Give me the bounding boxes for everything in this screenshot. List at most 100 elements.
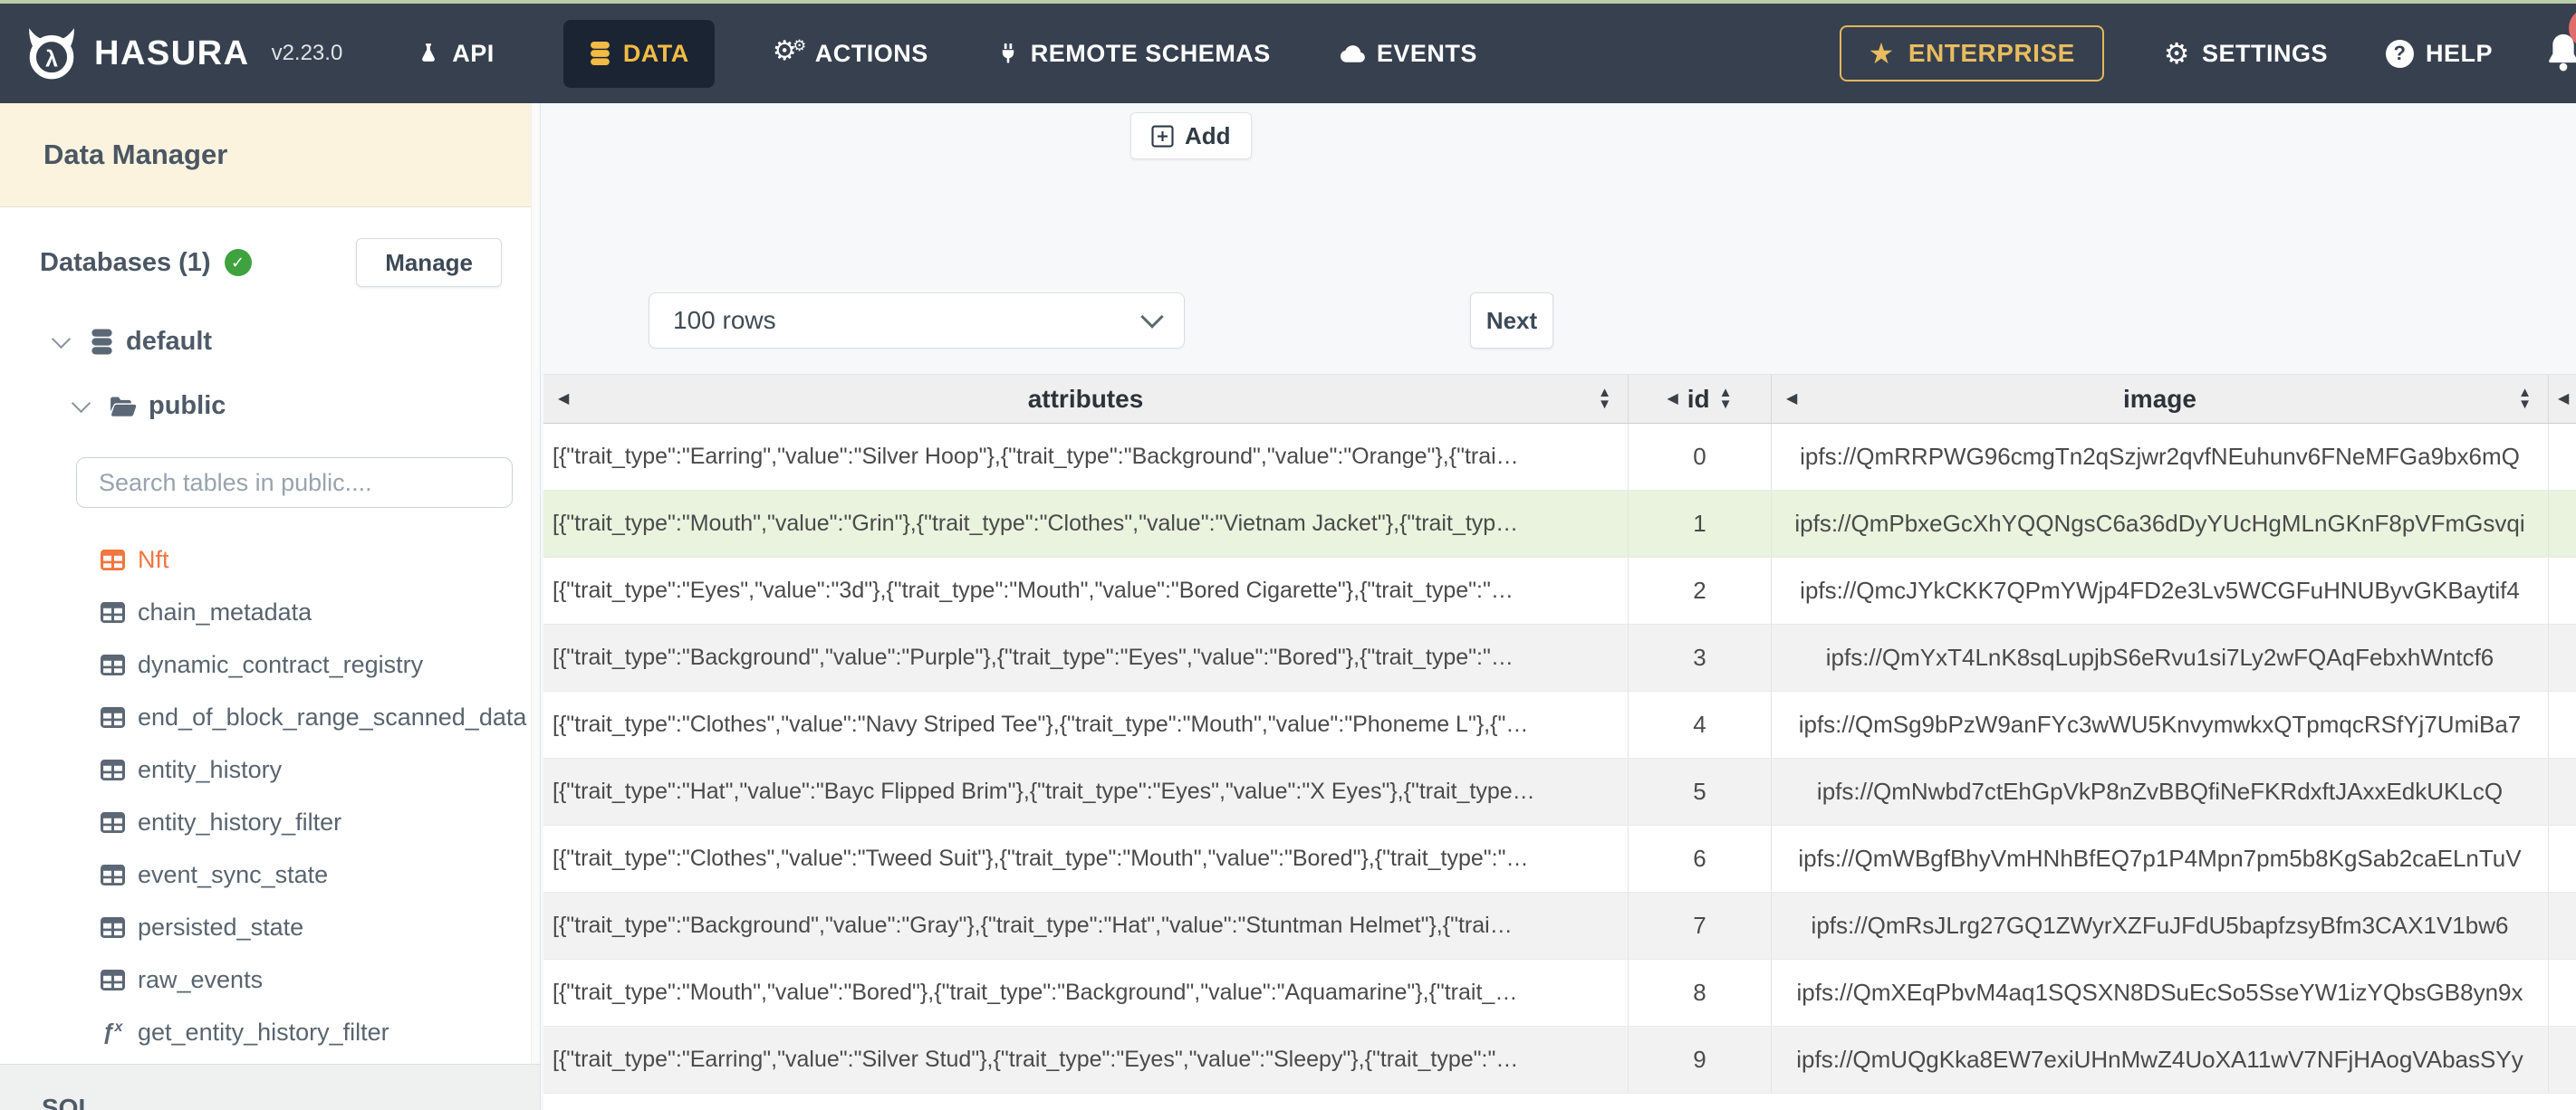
cell-attributes: [{"trait_type":"Clothes","value":"Tweed … [543, 826, 1629, 892]
cell-partial [2549, 1027, 2576, 1093]
rows-per-page-select[interactable]: 100 rows [649, 292, 1185, 349]
next-page-button[interactable]: Next [1470, 292, 1553, 349]
table-name: Nft [138, 545, 169, 573]
sort-arrows-icon[interactable]: ▲ ▼ [1719, 386, 1733, 411]
tree-node-database-default[interactable]: default [0, 327, 540, 357]
search-tables-input[interactable] [76, 457, 513, 508]
column-header-image[interactable]: ◀ image ▲ ▼ [1772, 375, 2549, 423]
enterprise-button[interactable]: ★ ENTERPRISE [1839, 25, 2104, 81]
cell-id: 4 [1629, 692, 1772, 758]
nav-item-actions[interactable]: ⚙ ⚙ ACTIONS [773, 36, 928, 69]
nav-item-settings[interactable]: ⚙ SETTINGS [2164, 39, 2328, 68]
sort-arrows-icon[interactable]: ▲ ▼ [1598, 386, 1611, 411]
collapse-column-left-icon[interactable]: ◀ [558, 391, 569, 407]
cell-attributes: [{"trait_type":"Background","value":"Gra… [543, 893, 1629, 959]
sidebar-item-chain_metadata[interactable]: chain_metadata [0, 586, 540, 638]
cell-partial [2549, 625, 2576, 691]
table-name: entity_history [138, 755, 283, 783]
sidebar: Data Manager Databases (1) ✓ Manage defa… [0, 103, 541, 1110]
cell-partial [2549, 491, 2576, 557]
chevron-down-icon[interactable] [71, 393, 91, 414]
table-icon [100, 811, 125, 833]
settings-label: SETTINGS [2201, 39, 2328, 67]
table-row[interactable]: [{"trait_type":"Background","value":"Pur… [543, 625, 2576, 692]
add-row-button[interactable]: Add [1130, 112, 1252, 159]
data-manager-header: Data Manager [0, 103, 540, 207]
table-name: event_sync_state [138, 860, 329, 888]
brand-title: HASURA [94, 33, 250, 72]
table-row[interactable]: [{"trait_type":"Clothes","value":"Navy S… [543, 692, 2576, 759]
table-icon [100, 969, 125, 990]
cell-image: ipfs://QmYxT4LnK8sqLupjbS6eRvu1si7Ly2wFQ… [1772, 625, 2549, 691]
table-row[interactable]: [{"trait_type":"Mouth","value":"Grin"},{… [543, 491, 2576, 558]
folder-open-icon [110, 396, 137, 417]
hasura-logo-link[interactable]: λ HASURA [24, 27, 250, 80]
table-row[interactable]: [{"trait_type":"Clothes","value":"Tweed … [543, 826, 2576, 893]
cell-partial [2549, 424, 2576, 490]
collapse-column-left-icon[interactable]: ◀ [1667, 391, 1677, 407]
manage-button[interactable]: Manage [356, 238, 502, 287]
nav-item-help[interactable]: ? HELP [2385, 39, 2493, 68]
sidebar-item-entity_history[interactable]: entity_history [0, 743, 540, 796]
hasura-logo-icon: λ [24, 27, 80, 80]
help-label: HELP [2425, 39, 2493, 67]
cell-attributes: [{"trait_type":"Eyes","value":"3d"},{"tr… [543, 558, 1629, 624]
cell-partial [2549, 558, 2576, 624]
schema-name: public [149, 391, 226, 420]
cell-image: ipfs://QmPbxeGcXhYQQNgsC6a36dDyYUcHgMLnG… [1772, 491, 2549, 557]
column-header-partial[interactable]: ◀ [2549, 375, 2576, 423]
table-name: entity_history_filter [138, 808, 342, 836]
data-table: ◀ attributes ▲ ▼ ◀ id ▲ ▼ ◀ image ▲ ▼ ◀ [{"… [543, 374, 2576, 1110]
table-row[interactable]: [{"trait_type":"Earring","value":"Silver… [543, 424, 2576, 491]
sidebar-item-raw_events[interactable]: raw_events [0, 953, 540, 1006]
table-name: dynamic_contract_registry [138, 650, 424, 678]
table-row[interactable]: [{"trait_type":"Hat","value":"Bayc Flipp… [543, 759, 2576, 826]
table-row[interactable]: [{"trait_type":"Mouth","value":"Bored"},… [543, 960, 2576, 1027]
cell-id: 5 [1629, 759, 1772, 825]
table-icon [100, 601, 125, 623]
sort-arrows-icon[interactable]: ▲ ▼ [2518, 386, 2532, 411]
column-header-id[interactable]: ◀ id ▲ ▼ [1629, 375, 1772, 423]
nav-item-api[interactable]: API [417, 40, 495, 68]
cell-image: ipfs://QmRsJLrg27GQ1ZWyrXZFuJFdU5bapfzsy… [1772, 893, 2549, 959]
sidebar-item-event_sync_state[interactable]: event_sync_state [0, 848, 540, 901]
cell-id: 1 [1629, 491, 1772, 557]
bell-icon [2545, 33, 2576, 75]
nav-label: REMOTE SCHEMAS [1030, 39, 1271, 67]
sidebar-item-end_of_block_range_scanned_data[interactable]: end_of_block_range_scanned_data [0, 691, 540, 743]
column-header-attributes[interactable]: ◀ attributes ▲ ▼ [543, 375, 1629, 423]
sidebar-item-dynamic_contract_registry[interactable]: dynamic_contract_registry [0, 638, 540, 691]
collapse-column-left-icon[interactable]: ◀ [1786, 391, 1797, 407]
tree-node-schema-public[interactable]: public [0, 391, 540, 421]
notifications-bell[interactable]: 8 [2545, 7, 2576, 76]
cell-image: ipfs://QmUQgKka8EW7exiUHnMwZ4UoXA11wV7NF… [1772, 1027, 2549, 1093]
nav-item-remote-schemas[interactable]: REMOTE SCHEMAS [997, 40, 1271, 68]
database-icon [90, 329, 114, 355]
table-icon [100, 759, 125, 780]
main-content: Add 100 rows Next ◀ attributes ▲ ▼ ◀ id ▲… [542, 103, 2576, 1110]
chevron-down-icon[interactable] [51, 329, 72, 349]
cell-id: 8 [1629, 960, 1772, 1026]
sidebar-item-get_entity_history_filter[interactable]: ƒx get_entity_history_filter [0, 1006, 540, 1058]
sidebar-scrollbar[interactable] [531, 103, 540, 1065]
cell-image: ipfs://QmSg9bPzW9anFYc3wWU5KnvymwkxQTpmq… [1772, 692, 2549, 758]
sidebar-item-Nft[interactable]: Nft [0, 533, 540, 586]
cell-id: 0 [1629, 424, 1772, 490]
cell-id: 2 [1629, 558, 1772, 624]
sidebar-item-entity_history_filter[interactable]: entity_history_filter [0, 796, 540, 848]
rows-per-page-value: 100 rows [673, 306, 776, 334]
cell-partial [2549, 826, 2576, 892]
table-row[interactable]: [{"trait_type":"Eyes","value":"3d"},{"tr… [543, 558, 2576, 625]
version-label: v2.23.0 [271, 41, 343, 65]
table-row[interactable]: [{"trait_type":"Background","value":"Gra… [543, 893, 2576, 960]
cell-attributes: [{"trait_type":"Background","value":"Pur… [543, 625, 1629, 691]
nav-item-data[interactable]: DATA [562, 19, 715, 88]
sidebar-item-persisted_state[interactable]: persisted_state [0, 901, 540, 953]
main-nav: API DATA ⚙ ⚙ ACTIONS REMOTE SCHEMAS EVEN… [417, 19, 1477, 88]
table-row[interactable]: [{"trait_type":"Earring","value":"Silver… [543, 1027, 2576, 1094]
collapse-column-left-icon[interactable]: ◀ [2558, 391, 2569, 407]
nav-label: EVENTS [1376, 39, 1477, 67]
nav-item-events[interactable]: EVENTS [1340, 40, 1477, 68]
sidebar-sql-section[interactable]: SQL [0, 1064, 540, 1110]
table-name: get_entity_history_filter [138, 1018, 389, 1046]
